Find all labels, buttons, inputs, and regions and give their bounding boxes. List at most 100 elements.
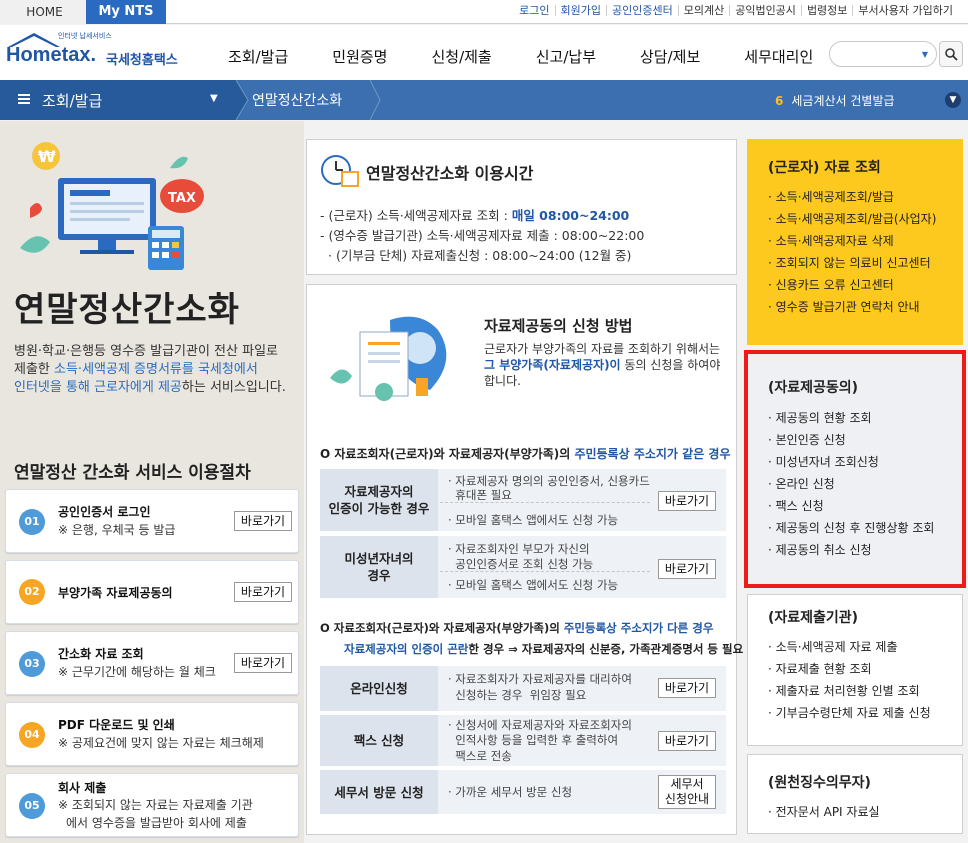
method-row: 팩스 신청 · 신청서에 자료제공자와 자료조회자의 인적사항 등을 입력한 후… [320, 715, 726, 766]
hero-desc-text: 하는 서비스입니다. [181, 380, 286, 395]
method-desc: 신청하는 경우 위임장 필요 [448, 688, 587, 702]
method-desc: 공인인증서로 조회 신청 가능 [448, 557, 594, 571]
step-number: 04 [19, 722, 45, 748]
go-button[interactable]: 바로가기 [658, 731, 716, 751]
divider [440, 502, 650, 503]
mynts-tab[interactable]: My NTS [86, 0, 166, 24]
method-desc: · 자료조회자인 부모가 자신의 [448, 542, 590, 556]
link-item[interactable]: 팩스 신청 [768, 497, 824, 514]
menu-certificate[interactable]: 민원증명 [332, 46, 387, 67]
cert-center-link[interactable]: 공인인증센터 [605, 5, 678, 16]
law-info-link[interactable]: 법령정보 [800, 5, 852, 16]
hero-desc-text: 제출한 [14, 362, 55, 377]
method-row: 온라인신청 · 자료조회자가 자료제공자를 대리하여 신청하는 경우 위임장 필… [320, 666, 726, 711]
caret-down-icon: ▼ [921, 50, 928, 59]
hero-description: 병원·학교·은행등 영수증 발급기관이 전산 파일로 제출한 소득·세액공제 증… [14, 343, 304, 397]
link-item[interactable]: 제공동의 현황 조회 [768, 409, 872, 426]
hero-desc-line1: 병원·학교·은행등 영수증 발급기관이 전산 파일로 [14, 344, 278, 359]
go-button[interactable]: 바로가기 [658, 678, 716, 698]
link-item[interactable]: 기부금수령단체 자료 제출 신청 [768, 704, 931, 721]
step-desc: ※ 조회되지 않는 자료는 자료제출 기관 [58, 798, 253, 812]
desc-line: 그 부양가족(자료제공자)이 동의 신청을 하여야 [484, 357, 724, 373]
section-text: 한 경우 ⇒ 자료제공자의 신분증, 가족관계증명서 등 필요 [468, 642, 744, 656]
go-button[interactable]: 바로가기 [234, 511, 292, 531]
menu-report[interactable]: 신고/납부 [536, 46, 596, 67]
box-title: (자료제공동의) [768, 380, 859, 396]
link-item[interactable]: 온라인 신청 [768, 475, 835, 492]
section-diff-address-2: 자료제공자의 인증이 곤란한 경우 ⇒ 자료제공자의 신분증, 가족관계증명서 … [344, 641, 743, 657]
link-item[interactable]: 소득·세액공제자료 삭제 [768, 232, 894, 249]
method-desc: · 자료제공자 명의의 공인인증서, 신용카드 [448, 474, 650, 488]
step-card: 01 공인인증서 로그인 ※ 은행, 우체국 등 발급 바로가기 [5, 489, 299, 553]
step-card: 03 간소화 자료 조회 ※ 근무기간에 해당하는 월 체크 바로가기 [5, 631, 299, 695]
link-item[interactable]: 조회되지 않는 의료비 신고센터 [768, 254, 931, 271]
method-desc: · 모바일 홈택스 앱에서도 신청 가능 [448, 578, 619, 592]
go-button[interactable]: 바로가기 [234, 653, 292, 673]
link-item[interactable]: 소득·세액공제조회/발급 [768, 188, 894, 205]
step-title: 간소화 자료 조회 [58, 647, 144, 661]
tax-office-guide-button[interactable]: 세무서 신청안내 [658, 775, 716, 809]
method-head: 자료제공자의 인증이 가능한 경우 [320, 469, 438, 531]
public-corp-link[interactable]: 공익법인공시 [729, 5, 801, 16]
search-button[interactable] [939, 41, 963, 67]
link-item[interactable]: 미성년자녀 조회신청 [768, 453, 879, 470]
search-icon [945, 48, 958, 61]
consent-method-desc: 근로자가 부양가족의 자료를 조회하기 위해서는 그 부양가족(자료제공자)이 … [484, 341, 724, 389]
link-item[interactable]: 제출자료 처리현황 인별 조회 [768, 682, 920, 699]
mock-calc-link[interactable]: 모의계산 [677, 5, 729, 16]
usage-time-title: 연말정산간소화 이용시간 [366, 164, 534, 183]
section-highlight: 주민등록상 주소지가 다른 경우 [563, 621, 714, 635]
link-item[interactable]: 소득·세액공제조회/발급(사업자) [768, 210, 937, 227]
box-title: (자료제출기관) [768, 610, 859, 626]
location-menu[interactable] [0, 80, 236, 120]
dept-user-join-link[interactable]: 부서사용자 가입하기 [852, 5, 958, 16]
signup-link[interactable]: 회원가입 [554, 5, 606, 16]
step-title: 부양가족 자료제공동의 [58, 586, 173, 600]
svg-text:₩: ₩ [38, 147, 56, 166]
go-button[interactable]: 바로가기 [234, 582, 292, 602]
logo-main-text: Hometax. [6, 44, 97, 66]
time-highlight: 매일 08:00~24:00 [511, 208, 630, 223]
svg-text:TAX: TAX [168, 191, 196, 206]
login-link[interactable]: 로그인 [514, 5, 554, 16]
link-item[interactable]: 제공동의 취소 신청 [768, 541, 872, 558]
method-row: 세무서 방문 신청 · 가까운 세무서 방문 신청 세무서 신청안내 [320, 770, 726, 814]
box-title: (원천징수의무자) [768, 775, 871, 791]
go-button[interactable]: 바로가기 [658, 559, 716, 579]
hero-title: 연말정산간소화 [14, 290, 240, 330]
step-desc: ※ 공제요건에 맞지 않는 자료는 체크해제 [58, 736, 264, 750]
menu-inquiry[interactable]: 조회/발급 [228, 46, 288, 67]
link-item[interactable]: 소득·세액공제 자료 제출 [768, 638, 898, 655]
menu-tax-agent[interactable]: 세무대리인 [744, 46, 813, 67]
consent-method-title: 자료제공동의 신청 방법 [484, 317, 633, 335]
go-button[interactable]: 바로가기 [658, 491, 716, 511]
link-item[interactable]: 제공동의 신청 후 진행상황 조회 [768, 519, 935, 536]
hero-desc-line3: 인터넷을 통해 근로자에게 제공하는 서비스입니다. [14, 379, 304, 397]
link-item[interactable]: 영수증 발급기관 연락처 안내 [768, 298, 920, 315]
time-line: · (기부금 단체) 자료제출신청 : 08:00~24:00 (12월 중) [328, 248, 632, 263]
caret-down-icon: ▼ [210, 93, 218, 104]
button-line: 세무서 [670, 777, 704, 791]
desc-highlight: 그 부양가족(자료제공자)이 [484, 358, 621, 372]
step-desc: 에서 영수증을 발급받아 회사에 제출 [66, 816, 247, 830]
home-tab[interactable]: HOME [0, 0, 90, 24]
chevron-down-icon[interactable]: ▼ [945, 92, 961, 108]
menu-apply[interactable]: 신청/제출 [431, 46, 491, 67]
section-highlight: 주민등록상 주소지가 같은 경우 [574, 447, 731, 461]
link-item[interactable]: 자료제출 현황 조회 [768, 660, 872, 677]
time-text: - (근로자) 소득·세액공제자료 조회 : [320, 208, 512, 223]
location-sub[interactable]: 연말정산간소화 [252, 90, 342, 110]
rolling-notice[interactable]: 6 세금계산서 건별발급 [775, 92, 895, 109]
link-item[interactable]: 신용카드 오류 신고센터 [768, 276, 894, 293]
method-desc: 휴대폰 필요 [448, 488, 512, 502]
step-number: 03 [19, 651, 45, 677]
document-illustration [330, 316, 447, 401]
method-head-line: 미성년자녀의 [344, 551, 414, 566]
menu-consult[interactable]: 상담/제보 [640, 46, 700, 67]
link-item[interactable]: 본인인증 신청 [768, 431, 846, 448]
desc-line: 합니다. [484, 374, 521, 388]
method-head-line: 자료제공자의 [344, 484, 414, 499]
link-item[interactable]: 전자문서 API 자료실 [768, 803, 880, 820]
search-input[interactable]: ▼ [829, 41, 937, 67]
method-head-line: 경우 [367, 568, 391, 583]
